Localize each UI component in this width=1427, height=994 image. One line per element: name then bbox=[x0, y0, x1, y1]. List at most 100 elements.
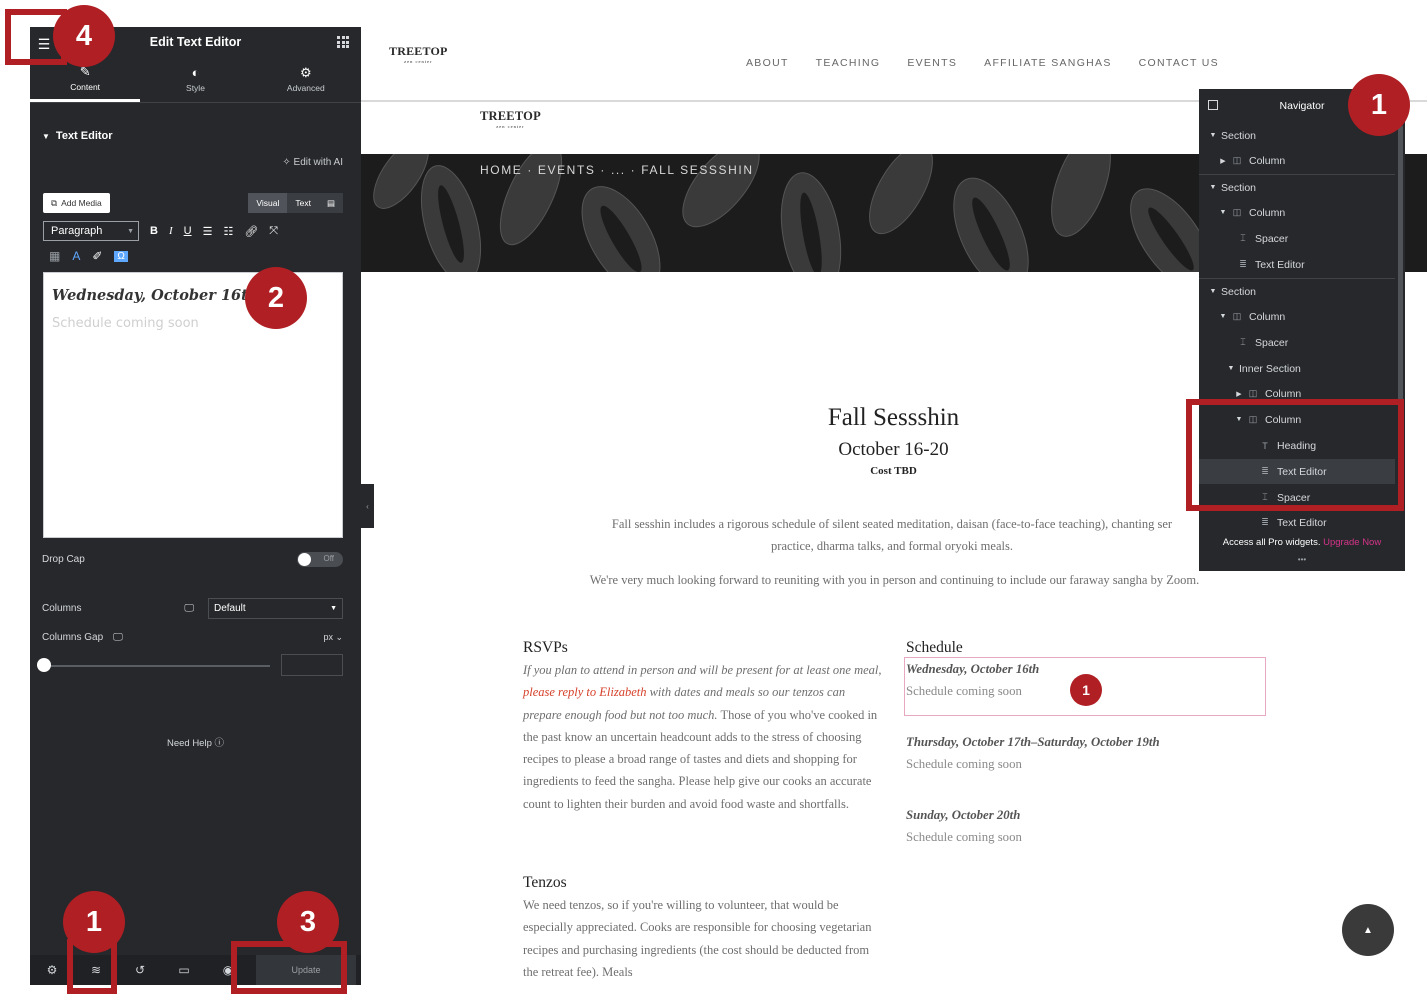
nav-affiliate-sanghas[interactable]: AFFILIATE SANGHAS bbox=[984, 57, 1112, 69]
table-icon[interactable]: ▦ bbox=[49, 249, 60, 263]
nav-item-text-editor[interactable]: ≣ Text Editor bbox=[1199, 252, 1395, 277]
edit-with-ai-link[interactable]: ✧ Edit with AI bbox=[30, 157, 361, 173]
annotation-badge-1-navigator: 1 bbox=[1348, 74, 1410, 136]
nav-item-column[interactable]: ▼ ◫ Column bbox=[1199, 200, 1395, 225]
unit-select[interactable]: px ⌄ bbox=[323, 632, 343, 643]
caret-down-icon: ▼ bbox=[1219, 313, 1227, 320]
tenzos-text: We need tenzos, so if you're willing to … bbox=[523, 898, 872, 979]
upgrade-now-link[interactable]: Upgrade Now bbox=[1323, 537, 1381, 548]
text-color-icon[interactable]: A bbox=[72, 249, 80, 263]
nav-item-inner-section[interactable]: ▼ Inner Section bbox=[1199, 356, 1395, 381]
rsvps-text-c: Those of you who've cooked in the past k… bbox=[523, 707, 878, 811]
reply-to-elizabeth-link[interactable]: please reply to Elizabeth bbox=[523, 685, 646, 699]
tab-advanced[interactable]: ⚙ Advanced bbox=[251, 57, 361, 102]
toolbar-toggle-icon[interactable]: ▤ bbox=[318, 193, 343, 213]
edit-with-ai-label: Edit with AI bbox=[293, 157, 343, 168]
scroll-to-top-button[interactable]: ▲ bbox=[1342, 904, 1394, 956]
nav-item-label: Text Editor bbox=[1255, 258, 1305, 271]
bullet-list-icon[interactable]: ☰ bbox=[203, 225, 213, 238]
add-media-label: Add Media bbox=[61, 198, 102, 208]
rsvps-text: If you plan to attend in person and will… bbox=[523, 659, 883, 815]
breadcrumb: HOME · EVENTS · ... · FALL SESSSHIN bbox=[480, 163, 754, 177]
columns-gap-input[interactable] bbox=[281, 654, 343, 676]
annotation-box-update bbox=[231, 941, 347, 994]
drop-cap-row: Drop Cap Off bbox=[42, 552, 343, 567]
nav-teaching[interactable]: TEACHING bbox=[816, 57, 881, 69]
pro-text: Access all Pro widgets. bbox=[1222, 537, 1321, 548]
paragraph-format-select[interactable]: Paragraph ▼ bbox=[43, 221, 139, 241]
nav-item-label: Text Editor bbox=[1277, 516, 1327, 529]
annotation-badge-1-footer: 1 bbox=[63, 891, 125, 953]
schedule-note-3: Schedule coming soon bbox=[906, 830, 1022, 844]
link-icon[interactable]: 🔗︎ bbox=[244, 225, 258, 238]
nav-events[interactable]: EVENTS bbox=[907, 57, 957, 69]
site-logo-sub: zen center bbox=[404, 59, 433, 64]
chevron-down-icon: ▼ bbox=[330, 605, 337, 612]
desktop-icon[interactable]: 🖵︎ bbox=[113, 632, 123, 643]
annotation-badge-4: 4 bbox=[53, 5, 115, 67]
tab-text[interactable]: Text bbox=[287, 193, 319, 213]
underline-icon[interactable]: U bbox=[184, 225, 192, 237]
site-logo[interactable]: TREETOP zen center bbox=[389, 44, 448, 64]
caret-down-icon: ▼ bbox=[1219, 209, 1227, 216]
nav-contact-us[interactable]: CONTACT US bbox=[1139, 57, 1219, 69]
caret-right-icon: ▶ bbox=[1220, 157, 1226, 165]
tab-content-label: Content bbox=[70, 81, 101, 92]
tab-style[interactable]: ◐ Style bbox=[140, 57, 250, 102]
nav-item-text-editor[interactable]: ≣ Text Editor bbox=[1199, 510, 1395, 535]
nav-item-column[interactable]: ▼ ◫ Column bbox=[1199, 304, 1395, 329]
intro-line2: practice, dharma talks, and formal oryok… bbox=[771, 539, 1013, 553]
nav-item-label: Inner Section bbox=[1239, 362, 1301, 375]
gear-icon: ⚙ bbox=[299, 65, 312, 80]
bold-icon[interactable]: B bbox=[150, 225, 158, 237]
nav-item-label: Section bbox=[1221, 285, 1257, 298]
drop-cap-label: Drop Cap bbox=[42, 554, 85, 565]
spacer-icon: ⌶ bbox=[1240, 233, 1246, 243]
spacer-icon: ⌶ bbox=[1240, 337, 1246, 347]
caret-down-icon: ▼ bbox=[1227, 365, 1235, 372]
nav-item-label: Column bbox=[1249, 154, 1286, 167]
nav-item-column[interactable]: ▶ ◫ Column bbox=[1199, 148, 1395, 173]
special-char-icon[interactable]: Ω bbox=[114, 250, 128, 262]
text-editor-icon: ≣ bbox=[1261, 517, 1269, 527]
text-editor-section-toggle[interactable]: ▼ Text Editor bbox=[30, 116, 361, 156]
nav-item-spacer[interactable]: ⌶ Spacer bbox=[1199, 226, 1395, 251]
widgets-grid-icon[interactable] bbox=[337, 36, 349, 48]
drop-cap-toggle[interactable]: Off bbox=[297, 552, 343, 567]
panel-title: Edit Text Editor bbox=[149, 35, 242, 49]
nav-item-section[interactable]: ▼ Section bbox=[1199, 175, 1395, 200]
tab-style-label: Style bbox=[186, 83, 205, 93]
schedule-day-2: Thursday, October 17th–Saturday, October… bbox=[906, 735, 1160, 749]
columns-select[interactable]: Default ▼ bbox=[208, 598, 343, 619]
tab-visual[interactable]: Visual bbox=[248, 193, 288, 213]
column-icon: ◫ bbox=[1232, 207, 1242, 217]
nav-about[interactable]: ABOUT bbox=[746, 57, 789, 69]
resize-handle-icon[interactable]: ••• bbox=[1199, 555, 1405, 564]
caret-up-icon: ▲ bbox=[1363, 924, 1373, 936]
add-media-button[interactable]: ⧉ Add Media bbox=[43, 193, 110, 213]
responsive-mode-icon[interactable]: ▭ bbox=[162, 963, 206, 977]
panel-collapse-handle[interactable]: ‹ bbox=[361, 484, 374, 528]
intro-paragraph-2: We're very much looking forward to reuni… bbox=[589, 573, 1200, 587]
nav-item-section[interactable]: ▼ Section bbox=[1199, 279, 1395, 304]
collapse-all-icon[interactable] bbox=[1208, 100, 1218, 110]
numbered-list-icon[interactable]: ☷ bbox=[223, 225, 233, 238]
help-circle-icon: ⓘ bbox=[214, 738, 225, 749]
columns-gap-slider-track[interactable] bbox=[42, 665, 270, 667]
navigator-title: Navigator bbox=[1279, 99, 1325, 112]
schedule-day-1: Wednesday, October 16th bbox=[906, 662, 1040, 676]
fullscreen-icon[interactable]: ⤧ bbox=[269, 225, 278, 238]
annotation-box-column-widgets bbox=[1186, 399, 1404, 511]
nav-item-label: Column bbox=[1249, 206, 1286, 219]
eraser-icon[interactable]: ✐ bbox=[92, 249, 102, 263]
caret-down-icon: ▼ bbox=[42, 131, 50, 141]
nav-item-spacer[interactable]: ⌶ Spacer bbox=[1199, 330, 1395, 355]
editor-panel: Edit Text Editor ✎ Content ◐ Style ⚙ Adv… bbox=[30, 27, 361, 985]
need-help-link[interactable]: Need Help ⓘ bbox=[30, 735, 361, 749]
desktop-icon[interactable]: 🖵︎ bbox=[184, 603, 194, 614]
columns-gap-slider-handle[interactable] bbox=[37, 658, 51, 672]
nav-item-label: Section bbox=[1221, 129, 1257, 142]
site-logo-secondary[interactable]: TREETOP zen center bbox=[480, 109, 541, 129]
italic-icon[interactable]: I bbox=[169, 225, 173, 237]
history-icon[interactable]: ↺ bbox=[118, 963, 162, 977]
